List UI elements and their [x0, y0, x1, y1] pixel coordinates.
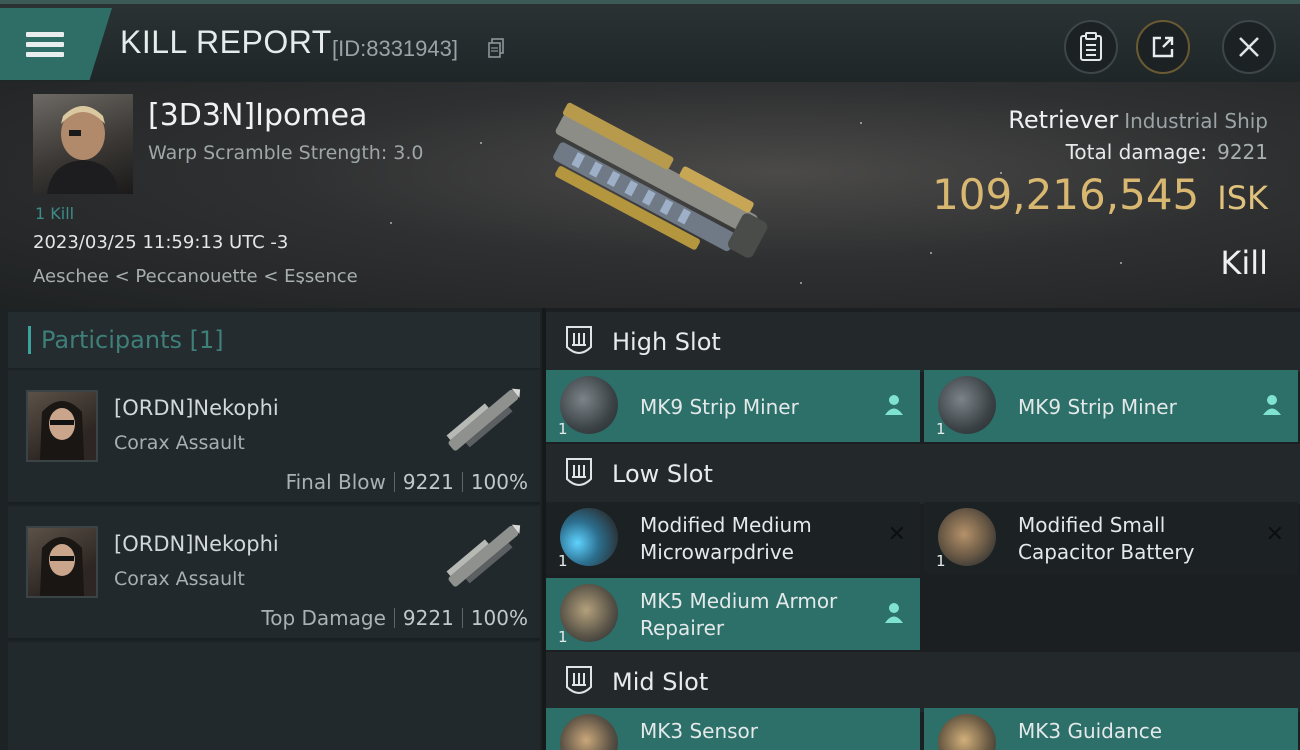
- copy-icon[interactable]: [488, 38, 504, 58]
- top-bar: KILL REPORT [ID:8331943]: [0, 0, 1300, 82]
- sensor-icon: [560, 714, 618, 750]
- module-name: MK5 Medium Armor Repairer: [640, 589, 838, 640]
- kill-result: Kill: [1220, 244, 1268, 282]
- module-name: MK3 Sensor: [640, 719, 759, 743]
- slot-icon: [566, 458, 592, 486]
- participant-damage: 9221: [402, 606, 454, 630]
- participant-stats: Top Damage 9221 100%: [261, 606, 528, 630]
- participant-ship: Corax Assault: [114, 432, 245, 454]
- destroyed-x-icon: ✕: [1265, 522, 1284, 547]
- victim-banner: [3D3N]Ipomea Warp Scramble Strength: 3.0…: [0, 82, 1300, 308]
- participants-header[interactable]: Participants [1]: [8, 312, 540, 368]
- kill-datetime: 2023/03/25 11:59:13 UTC -3: [33, 232, 289, 253]
- isk-value: 109,216,545 ISK: [932, 170, 1268, 219]
- module-item[interactable]: 1 Modified Medium Microwarpdrive ✕: [546, 502, 920, 574]
- participant-row[interactable]: [ORDN]Nekophi Corax Assault Final Blow 9…: [8, 370, 540, 504]
- armor-repairer-icon: [560, 584, 618, 642]
- participant-damage: 9221: [402, 470, 454, 494]
- isk-amount: 109,216,545: [932, 170, 1200, 219]
- module-item[interactable]: 1 MK9 Strip Miner: [924, 370, 1298, 442]
- participant-stats: Final Blow 9221 100%: [286, 470, 528, 494]
- close-button[interactable]: [1222, 20, 1276, 74]
- clipboard-button[interactable]: [1064, 20, 1118, 74]
- high-slot-header: High Slot: [546, 312, 1300, 372]
- microwarpdrive-icon: [560, 508, 618, 566]
- participants-empty-area: [8, 642, 540, 750]
- module-quantity: 1: [558, 552, 568, 570]
- pilot-icon: [885, 603, 903, 623]
- total-damage: Total damage: 9221: [1066, 140, 1268, 164]
- module-name: MK9 Strip Miner: [1018, 395, 1177, 419]
- module-name: MK3 Guidance: [1018, 719, 1163, 743]
- ship-class: Industrial Ship: [1124, 109, 1268, 133]
- high-slot-label: High Slot: [612, 328, 721, 356]
- close-icon: [1239, 37, 1259, 57]
- module-name: Modified Medium Microwarpdrive: [640, 513, 812, 564]
- slot-icon: [566, 666, 592, 694]
- clipboard-icon: [1080, 32, 1102, 61]
- kill-location[interactable]: Aeschee < Peccanouette < Essence: [33, 266, 358, 287]
- stats-divider: [461, 472, 463, 492]
- module-item[interactable]: 1 MK5 Medium Armor Repairer: [546, 578, 920, 650]
- participant-name[interactable]: [ORDN]Nekophi: [114, 532, 279, 556]
- destroyed-x-icon: ✕: [887, 522, 906, 547]
- victim-name[interactable]: [3D3N]Ipomea: [148, 98, 367, 133]
- mid-slot-header: Mid Slot: [546, 652, 1300, 712]
- participant-ship-image[interactable]: [436, 510, 532, 604]
- module-name: MK9 Strip Miner: [640, 395, 799, 419]
- menu-icon: [26, 27, 64, 62]
- low-slot-label: Low Slot: [612, 460, 713, 488]
- menu-button[interactable]: [0, 8, 112, 80]
- share-icon: [1152, 36, 1174, 58]
- module-quantity: 1: [936, 420, 946, 438]
- participant-avatar[interactable]: [26, 390, 98, 462]
- participant-row[interactable]: [ORDN]Nekophi Corax Assault Top Damage 9…: [8, 506, 540, 640]
- participant-avatar[interactable]: [26, 526, 98, 598]
- share-button[interactable]: [1136, 20, 1190, 74]
- participants-marker: [28, 326, 31, 354]
- victim-ship-image[interactable]: [520, 92, 780, 282]
- participant-percent: 100%: [470, 606, 528, 630]
- participant-ship-image[interactable]: [436, 374, 532, 468]
- stats-divider: [461, 608, 463, 628]
- warp-scramble-strength: Warp Scramble Strength: 3.0: [148, 142, 424, 164]
- ship-name[interactable]: Retriever: [1008, 106, 1118, 134]
- stats-divider: [393, 472, 395, 492]
- stats-divider: [393, 608, 395, 628]
- module-name: Modified Small Capacitor Battery: [1018, 513, 1195, 564]
- module-quantity: 1: [936, 552, 946, 570]
- participants-panel: Participants [1] [ORDN]Nekophi Corax Ass…: [0, 308, 542, 750]
- report-id: [ID:8331943]: [332, 36, 458, 61]
- strip-miner-icon: [560, 376, 618, 434]
- participant-role: Final Blow: [285, 470, 386, 494]
- guidance-icon: [938, 714, 996, 750]
- participant-role: Top Damage: [261, 606, 386, 630]
- module-quantity: 1: [558, 420, 568, 438]
- module-item[interactable]: MK3 Sensor: [546, 708, 920, 750]
- participants-heading: Participants [1]: [41, 326, 224, 354]
- slot-icon: [566, 326, 592, 354]
- module-item[interactable]: 1 Modified Small Capacitor Battery ✕: [924, 502, 1298, 574]
- total-damage-label: Total damage:: [1065, 140, 1208, 164]
- participant-name[interactable]: [ORDN]Nekophi: [114, 396, 279, 420]
- capacitor-battery-icon: [938, 508, 996, 566]
- low-slot-header: Low Slot: [546, 444, 1300, 504]
- total-damage-value: 9221: [1217, 140, 1268, 164]
- victim-ship-name: Retriever Industrial Ship: [1008, 106, 1268, 134]
- pilot-icon: [1263, 395, 1281, 415]
- victim-portrait[interactable]: [33, 94, 133, 194]
- module-item[interactable]: 1 MK9 Strip Miner: [546, 370, 920, 442]
- pilot-icon: [885, 395, 903, 415]
- page-title: KILL REPORT: [120, 24, 332, 60]
- participant-ship: Corax Assault: [114, 568, 245, 590]
- participant-percent: 100%: [470, 470, 528, 494]
- isk-unit: ISK: [1217, 179, 1268, 217]
- strip-miner-icon: [938, 376, 996, 434]
- mid-slot-label: Mid Slot: [612, 668, 709, 696]
- module-quantity: 1: [558, 628, 568, 646]
- module-item[interactable]: MK3 Guidance: [924, 708, 1298, 750]
- kill-count: 1 Kill: [35, 204, 75, 223]
